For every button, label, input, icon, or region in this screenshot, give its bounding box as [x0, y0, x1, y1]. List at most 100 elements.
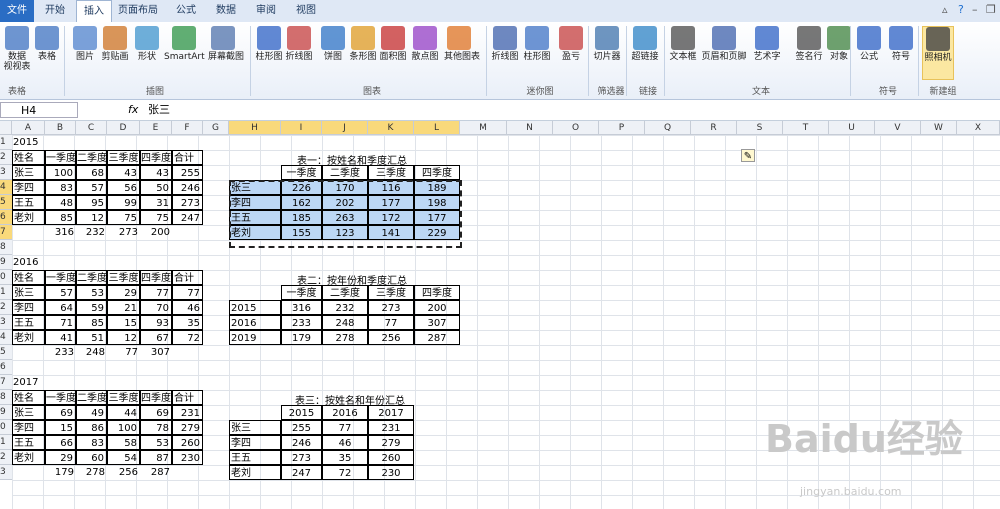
row-header-15[interactable]: 5: [0, 345, 12, 360]
year2017-cell[interactable]: 78: [140, 420, 172, 435]
table3-cell[interactable]: 35: [322, 450, 368, 465]
row-header-3[interactable]: 3: [0, 165, 12, 180]
ribbon-button-6[interactable]: 屏幕截图: [208, 26, 244, 62]
tab-3[interactable]: 页面布局: [110, 0, 166, 22]
year2015-cell[interactable]: 255: [172, 165, 203, 180]
row-header-5[interactable]: 5: [0, 195, 12, 210]
column-header-S[interactable]: S: [737, 121, 783, 135]
year2016-cell[interactable]: 老刘: [12, 330, 45, 345]
table3-cell[interactable]: 231: [368, 420, 414, 435]
ribbon-button-17[interactable]: 切片器: [592, 26, 622, 62]
ribbon-button-9[interactable]: 饼图: [318, 26, 348, 62]
year2016-cell[interactable]: 59: [76, 300, 107, 315]
table3-cell[interactable]: 246: [281, 435, 322, 450]
year2017-cell[interactable]: 230: [172, 450, 203, 465]
tab-2[interactable]: 插入: [76, 0, 112, 23]
row-header-13[interactable]: 3: [0, 315, 12, 330]
minimize-ribbon-icon[interactable]: ▵: [942, 3, 948, 16]
select-all-corner[interactable]: [0, 121, 12, 135]
year2015-cell[interactable]: 83: [45, 180, 76, 195]
row-header-23[interactable]: 3: [0, 465, 12, 480]
ribbon-button-19[interactable]: 文本框: [668, 26, 698, 62]
row-header-8[interactable]: 8: [0, 240, 12, 255]
ribbon-button-21[interactable]: 艺术字: [752, 26, 782, 62]
column-header-R[interactable]: R: [691, 121, 737, 135]
year2016-cell[interactable]: 29: [107, 285, 140, 300]
row-header-2[interactable]: 2: [0, 150, 12, 165]
table3-cell[interactable]: 260: [368, 450, 414, 465]
ribbon-button-10[interactable]: 条形图: [348, 26, 378, 62]
column-header-P[interactable]: P: [599, 121, 645, 135]
year2017-cell[interactable]: 58: [107, 435, 140, 450]
year2016-cell[interactable]: 67: [140, 330, 172, 345]
column-header-O[interactable]: O: [553, 121, 599, 135]
year2015-cell[interactable]: 57: [76, 180, 107, 195]
year2017-cell[interactable]: 86: [76, 420, 107, 435]
year2015-cell[interactable]: 75: [140, 210, 172, 225]
year2016-cell[interactable]: 70: [140, 300, 172, 315]
row-header-6[interactable]: 6: [0, 210, 12, 225]
column-header-Q[interactable]: Q: [645, 121, 691, 135]
table2-cell[interactable]: 248: [322, 315, 368, 330]
year2016-cell[interactable]: 15: [107, 315, 140, 330]
year2016-cell[interactable]: 53: [76, 285, 107, 300]
column-header-E[interactable]: E: [140, 121, 172, 135]
column-header-L[interactable]: L: [414, 121, 460, 135]
year2015-cell[interactable]: 56: [107, 180, 140, 195]
year2015-cell[interactable]: 100: [45, 165, 76, 180]
year2015-cell[interactable]: 75: [107, 210, 140, 225]
year2015-cell[interactable]: 老刘: [12, 210, 45, 225]
row-header-18[interactable]: 8: [0, 390, 12, 405]
tab-6[interactable]: 审阅: [246, 0, 286, 22]
year2016-cell[interactable]: 李四: [12, 300, 45, 315]
ribbon-button-24[interactable]: 公式: [854, 26, 884, 62]
year2016-cell[interactable]: 72: [172, 330, 203, 345]
year2015-cell[interactable]: 48: [45, 195, 76, 210]
row-header-19[interactable]: 9: [0, 405, 12, 420]
table3-cell[interactable]: 255: [281, 420, 322, 435]
year2016-cell[interactable]: 12: [107, 330, 140, 345]
column-header-B[interactable]: B: [45, 121, 76, 135]
table3-cell[interactable]: 王五: [229, 450, 281, 465]
year2017-cell[interactable]: 老刘: [12, 450, 45, 465]
column-header-X[interactable]: X: [957, 121, 1000, 135]
year2017-cell[interactable]: 53: [140, 435, 172, 450]
column-header-J[interactable]: J: [322, 121, 368, 135]
table3-cell[interactable]: 77: [322, 420, 368, 435]
table2-cell[interactable]: 232: [322, 300, 368, 315]
year2017-cell[interactable]: 87: [140, 450, 172, 465]
row-header-1[interactable]: 1: [0, 135, 12, 150]
formula-input[interactable]: 张三: [148, 101, 170, 119]
row-header-4[interactable]: 4: [0, 180, 12, 195]
year2017-cell[interactable]: 69: [140, 405, 172, 420]
year2017-cell[interactable]: 李四: [12, 420, 45, 435]
ribbon-button-20[interactable]: 页眉和页脚: [700, 26, 748, 62]
ribbon-button-12[interactable]: 散点图: [410, 26, 440, 62]
table3-cell[interactable]: 230: [368, 465, 414, 480]
year2015-cell[interactable]: 31: [140, 195, 172, 210]
year2017-cell[interactable]: 66: [45, 435, 76, 450]
year2017-cell[interactable]: 王五: [12, 435, 45, 450]
year2015-cell[interactable]: 68: [76, 165, 107, 180]
year2015-cell[interactable]: 273: [172, 195, 203, 210]
ribbon-button-8[interactable]: 折线图: [284, 26, 314, 62]
year2017-cell[interactable]: 60: [76, 450, 107, 465]
year2017-cell[interactable]: 49: [76, 405, 107, 420]
table2-cell[interactable]: 2019: [229, 330, 281, 345]
year2016-cell[interactable]: 王五: [12, 315, 45, 330]
tab-1[interactable]: 开始: [34, 0, 76, 22]
year2017-cell[interactable]: 260: [172, 435, 203, 450]
year2016-cell[interactable]: 77: [172, 285, 203, 300]
ribbon-button-14[interactable]: 折线图: [490, 26, 520, 62]
year2016-cell[interactable]: 51: [76, 330, 107, 345]
column-header-W[interactable]: W: [921, 121, 957, 135]
column-header-F[interactable]: F: [172, 121, 203, 135]
table2-cell[interactable]: 2016: [229, 315, 281, 330]
column-header-K[interactable]: K: [368, 121, 414, 135]
table2-cell[interactable]: 233: [281, 315, 322, 330]
fx-icon[interactable]: fx: [128, 103, 138, 116]
year2015-cell[interactable]: 95: [76, 195, 107, 210]
year2015-cell[interactable]: 246: [172, 180, 203, 195]
row-header-17[interactable]: 7: [0, 375, 12, 390]
year2016-cell[interactable]: 71: [45, 315, 76, 330]
